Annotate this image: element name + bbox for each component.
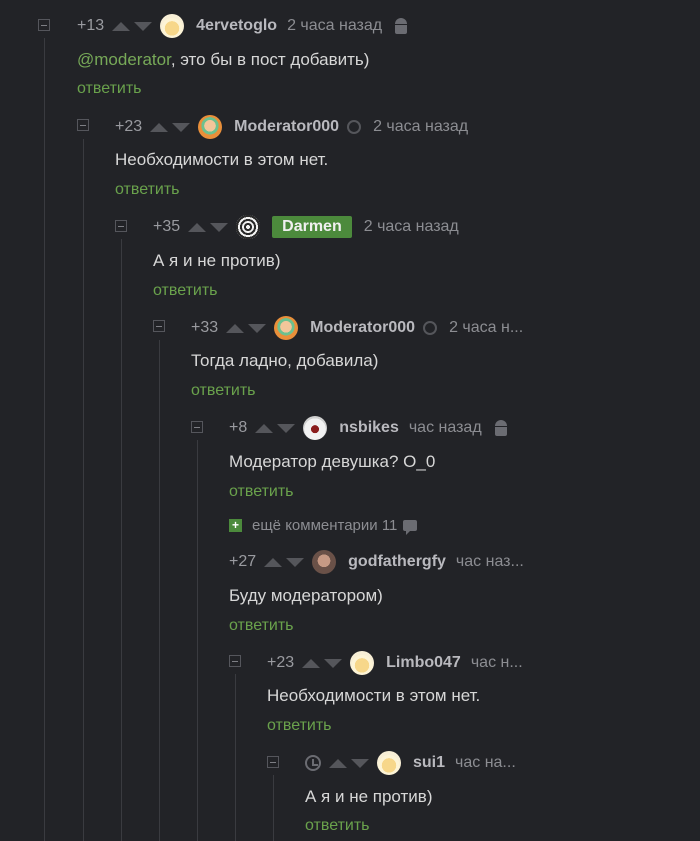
upvote-icon[interactable] — [302, 658, 321, 668]
upvote-icon[interactable] — [226, 323, 245, 333]
avatar[interactable] — [303, 416, 328, 440]
upvote-icon[interactable] — [112, 21, 131, 31]
timestamp[interactable]: 2 часа назад — [373, 118, 468, 136]
reply-link[interactable]: ответить — [191, 382, 256, 400]
timestamp[interactable]: час назад — [409, 419, 482, 437]
collapse-toggle[interactable] — [229, 655, 241, 667]
moderator-badge-icon — [347, 120, 362, 134]
comment-rating: +23 — [267, 654, 295, 671]
downvote-icon[interactable] — [277, 423, 296, 433]
timestamp[interactable]: 2 часа назад — [364, 218, 459, 236]
comment-header: +23 Moderator000 2 часа назад — [115, 114, 468, 140]
collapse-toggle[interactable] — [153, 320, 165, 332]
comment-bubble-icon — [403, 520, 418, 535]
thread-line — [44, 38, 45, 841]
downvote-icon[interactable] — [134, 21, 153, 31]
username[interactable]: sui1 — [413, 754, 445, 772]
avatar[interactable] — [198, 115, 223, 139]
comment-header: +33 Moderator000 2 часа н... — [191, 315, 523, 341]
upvote-icon[interactable] — [150, 122, 169, 132]
username[interactable]: 4ervetoglo — [196, 17, 277, 35]
collapse-toggle[interactable] — [191, 421, 203, 433]
comment-header: +35 Darmen 2 часа назад — [153, 214, 459, 240]
username[interactable]: Limbo047 — [386, 654, 461, 672]
thread-line — [273, 775, 274, 841]
downvote-icon[interactable] — [172, 122, 191, 132]
more-comments-label: ещё комментарии 11 — [252, 517, 398, 534]
comment-text: Модератор девушка? О_0 — [229, 452, 436, 471]
downvote-icon[interactable] — [210, 222, 229, 232]
thread-line — [235, 674, 236, 841]
comment-rating: +33 — [191, 319, 219, 336]
downvote-icon[interactable] — [324, 658, 343, 668]
username-badge[interactable]: Darmen — [272, 216, 352, 238]
avatar[interactable] — [350, 651, 375, 675]
upvote-icon[interactable] — [255, 423, 274, 433]
avatar[interactable] — [236, 215, 261, 239]
comment-text: Необходимости в этом нет. — [115, 150, 329, 169]
comment-text: Необходимости в этом нет. — [267, 686, 481, 705]
comment-header: +27 godfathergfy час наз... — [229, 549, 524, 575]
timestamp[interactable]: 2 часа назад — [287, 17, 382, 35]
moderator-badge-icon — [423, 321, 438, 335]
upvote-icon[interactable] — [329, 758, 347, 768]
comment-rating: +27 — [229, 553, 257, 570]
collapse-toggle[interactable] — [267, 756, 279, 768]
reply-link[interactable]: ответить — [229, 483, 294, 501]
comment-rating: +23 — [115, 118, 143, 135]
avatar[interactable] — [377, 751, 401, 775]
avatar[interactable] — [312, 550, 337, 574]
reply-link[interactable]: ответить — [305, 817, 370, 835]
comment-header: sui1 час на... — [305, 750, 516, 776]
avatar[interactable] — [160, 14, 185, 38]
comment-text: Тогда ладно, добавила) — [191, 351, 379, 370]
clock-icon — [305, 755, 321, 771]
downvote-icon[interactable] — [286, 557, 305, 567]
collapse-toggle[interactable] — [38, 19, 50, 31]
timestamp[interactable]: час наз... — [456, 553, 524, 571]
upvote-icon[interactable] — [188, 222, 207, 232]
expand-plus-icon: + — [229, 519, 242, 532]
comment-header: +8 nsbikes час назад — [229, 415, 508, 441]
timestamp[interactable]: час на... — [455, 754, 516, 772]
android-icon — [494, 420, 508, 436]
comment-header: +13 4ervetoglo 2 часа назад — [77, 13, 408, 39]
comment-rating: +13 — [77, 17, 105, 34]
comment-rating: +8 — [229, 419, 248, 436]
android-icon — [394, 18, 408, 34]
thread-line — [197, 440, 198, 841]
collapse-toggle[interactable] — [77, 119, 89, 131]
downvote-icon[interactable] — [248, 323, 267, 333]
username[interactable]: godfathergfy — [348, 553, 446, 571]
comment-text: @moderator, это бы в пост добавить) — [77, 50, 369, 70]
username[interactable]: Moderator000 — [234, 118, 339, 136]
comment-text: А я и не против) — [305, 787, 433, 806]
reply-link[interactable]: ответить — [115, 181, 180, 199]
comment-text: А я и не против) — [153, 251, 281, 270]
mention-link[interactable]: @moderator — [77, 50, 171, 69]
comment-text: Буду модератором) — [229, 586, 383, 605]
reply-link[interactable]: ответить — [229, 617, 294, 635]
comment-text-rest: , это бы в пост добавить) — [170, 50, 370, 69]
comment-header: +23 Limbo047 час н... — [267, 650, 523, 676]
reply-link[interactable]: ответить — [267, 717, 332, 735]
thread-line — [159, 340, 160, 841]
thread-line — [121, 239, 122, 841]
timestamp[interactable]: час н... — [471, 654, 523, 672]
upvote-icon[interactable] — [264, 557, 283, 567]
reply-link[interactable]: ответить — [77, 80, 142, 98]
username[interactable]: Moderator000 — [310, 319, 415, 337]
thread-line — [83, 139, 84, 841]
comment-rating: +35 — [153, 218, 181, 235]
collapse-toggle[interactable] — [115, 220, 127, 232]
reply-link[interactable]: ответить — [153, 282, 218, 300]
downvote-icon[interactable] — [351, 758, 369, 768]
avatar[interactable] — [274, 316, 299, 340]
timestamp[interactable]: 2 часа н... — [449, 319, 523, 337]
username[interactable]: nsbikes — [339, 419, 399, 437]
more-comments-link[interactable]: + ещё комментарии 11 — [229, 517, 418, 535]
